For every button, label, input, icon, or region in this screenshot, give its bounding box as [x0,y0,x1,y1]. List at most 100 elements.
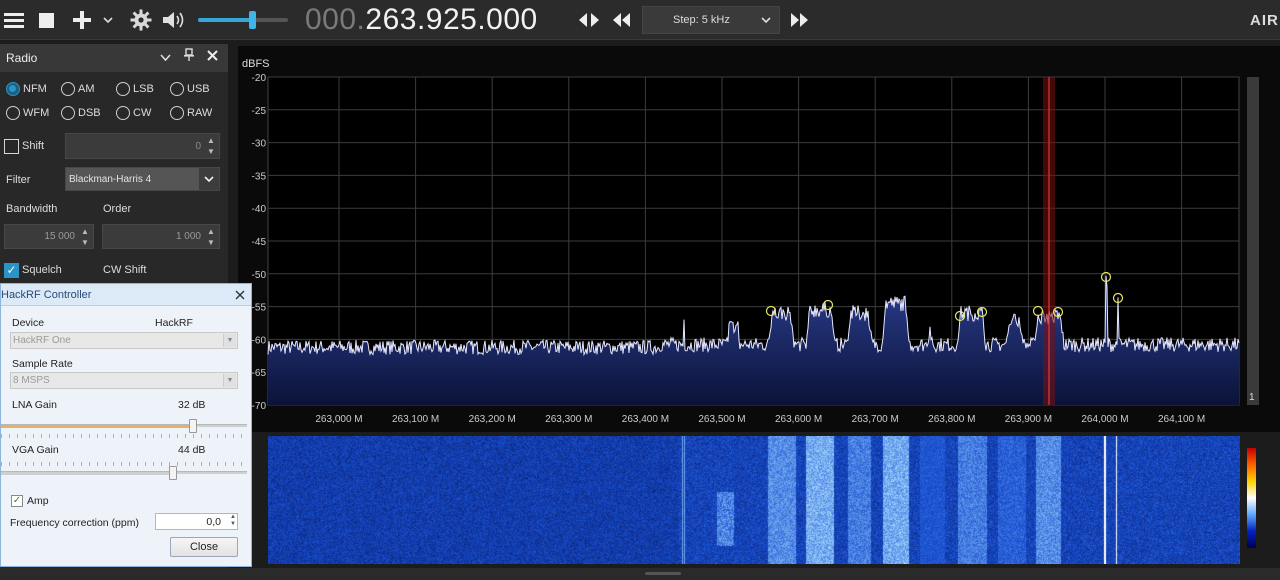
close-icon[interactable] [207,49,218,64]
mode-radio-usb[interactable]: USB [170,82,210,96]
mode-label: LSB [133,83,154,95]
shift-input[interactable]: 0 ▲ ▼ [65,133,220,159]
mode-radio-cw[interactable]: CW [116,106,151,120]
radio-indicator [170,106,184,120]
lna-gain-slider-fill [1,425,193,428]
splitter-grip[interactable] [645,572,681,575]
device-select[interactable]: HackRF One ▼ [10,332,238,349]
bandwidth-value: 15 000 [44,231,75,242]
db-tick-label: -50 [252,270,267,281]
mode-radio-am[interactable]: AM [61,82,95,96]
spectrum-view[interactable]: -20 -25 -30 -35 -40 -45 -50 -55 -60 -65 -70 263,000… [238,46,1280,432]
vga-gain-label: VGA Gain [12,444,59,456]
bottom-splitter[interactable] [0,568,1280,580]
order-label: Order [103,203,132,215]
frequency-tick-label: 264,000 M [1081,414,1128,425]
mode-label: DSB [78,107,101,119]
dialog-titlebar[interactable]: HackRF Controller [1,284,251,306]
bandwidth-input[interactable]: 15 000 ▲ ▼ [4,224,94,249]
chevron-down-icon: ▼ [223,374,236,387]
mode-radio-raw[interactable]: RAW [170,106,212,120]
shift-label: Shift [22,140,45,152]
mode-radio-lsb[interactable]: LSB [116,82,154,96]
frequency-value: 263.925.000 [365,3,538,36]
fast-forward-icon[interactable] [787,0,813,40]
device-value: HackRF One [13,335,71,346]
mode-radio-wfm[interactable]: WFM [6,106,49,120]
lna-gain-value: 32 dB [178,399,206,411]
frequency-tick-label: 263,300 M [545,414,592,425]
mode-radio-dsb[interactable]: DSB [61,106,101,120]
radio-indicator [61,106,75,120]
vga-gain-value: 44 dB [178,444,206,456]
waterfall-color-scale [1247,448,1256,548]
db-tick-label: -35 [252,171,267,182]
spin-arrows-icon[interactable]: ▲ ▼ [230,514,236,528]
vga-gain-slider-fill [1,472,174,475]
bandwidth-label: Bandwidth [6,203,58,215]
waterfall-view[interactable] [268,436,1240,564]
db-tick-label: -55 [252,303,267,314]
squelch-checkbox[interactable]: ✓ [4,263,19,278]
frequency-correction-value: 0,0 [206,515,221,528]
stop-icon[interactable] [36,0,56,40]
radio-indicator [116,82,130,96]
close-button[interactable]: Close [170,537,238,557]
speaker-icon[interactable] [160,0,188,40]
volume-slider[interactable] [198,11,288,29]
spin-arrows-icon[interactable]: ▲ ▼ [205,135,217,157]
spin-arrows-icon[interactable]: ▲ ▼ [79,226,91,248]
swap-arrows-icon[interactable] [576,0,602,40]
frequency-display[interactable]: 000.263.925.000 [305,2,538,38]
brand-logo: AIR [1250,12,1279,29]
frequency-tick-label: 263,700 M [852,414,899,425]
spectrum-plot[interactable]: -20 -25 -30 -35 -40 -45 -50 -55 -60 -65 -70 263,000… [238,46,1280,432]
amp-checkbox[interactable]: ✓ [11,495,23,507]
gear-icon[interactable] [128,0,154,40]
pin-icon[interactable] [184,48,194,65]
db-tick-label: -25 [252,106,267,117]
mode-label: AM [78,83,95,95]
mode-label: USB [187,83,210,95]
order-input[interactable]: 1 000 ▲ ▼ [102,224,220,249]
order-value: 1 000 [175,231,201,242]
volume-slider-handle[interactable] [249,11,256,29]
frequency-correction-input[interactable]: 0,0 ▲ ▼ [155,513,238,530]
add-icon[interactable] [70,0,94,40]
mode-label: WFM [23,107,50,119]
frequency-tick-label: 263,200 M [469,414,516,425]
menu-icon[interactable] [2,0,26,40]
cw-shift-label: CW Shift [103,264,147,276]
collapse-icon[interactable] [160,50,171,65]
radio-indicator [61,82,75,96]
device-name: HackRF [155,317,193,329]
shift-value: 0 [195,140,201,152]
radio-indicator [170,82,184,96]
chevron-down-icon [199,168,219,190]
waterfall-canvas[interactable] [268,436,1240,564]
shift-checkbox[interactable] [4,139,19,154]
chevron-down-icon[interactable] [100,0,116,40]
volume-slider-fill [198,18,252,22]
dbfs-unit-label: dBFS [242,58,270,70]
mode-radio-nfm[interactable]: NFM [6,82,47,96]
db-tick-label: -65 [252,368,267,379]
mode-label: NFM [23,83,47,95]
rewind-icon[interactable] [608,0,634,40]
close-icon[interactable] [235,287,245,303]
radio-panel-header: Radio [0,44,228,72]
frequency-leading-zeros: 000. [305,3,366,36]
sample-rate-select[interactable]: 8 MSPS ▼ [10,372,238,389]
chevron-down-icon [761,13,771,27]
frequency-tick-label: 263,000 M [315,414,362,425]
step-select[interactable]: Step: 5 kHz [642,6,780,34]
lna-gain-label: LNA Gain [12,399,57,411]
lna-gain-slider-handle[interactable] [188,419,197,433]
right-scrollbar[interactable]: 1 [1247,77,1259,405]
frequency-tick-label: 264,100 M [1158,414,1205,425]
mode-label: CW [133,107,152,119]
spin-arrows-icon[interactable]: ▲ ▼ [205,226,217,248]
filter-select[interactable]: Blackman-Harris 4 [65,167,220,191]
frequency-correction-label: Frequency correction (ppm) [10,517,139,529]
vga-gain-slider-handle[interactable] [169,466,178,480]
